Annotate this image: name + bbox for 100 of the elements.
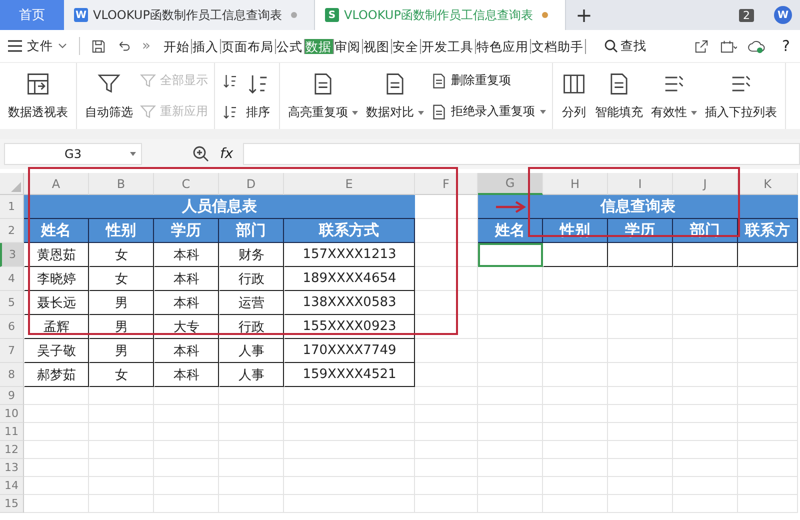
sheet-cell[interactable]	[478, 441, 543, 459]
sheet-cell[interactable]	[478, 477, 543, 495]
account-avatar[interactable]: W	[774, 6, 792, 24]
zoom-icon[interactable]	[192, 145, 210, 163]
sheet-cell[interactable]	[478, 459, 543, 477]
sheet-cell[interactable]	[543, 387, 608, 405]
sheet-cell[interactable]	[608, 477, 673, 495]
sheet-cell[interactable]	[608, 423, 673, 441]
ribbon-button[interactable]: 拒绝录入重复项	[430, 102, 546, 120]
sheet-cell[interactable]	[673, 441, 738, 459]
sheet-cell[interactable]	[219, 423, 284, 441]
sheet-cell[interactable]	[284, 423, 415, 441]
sheet-cell[interactable]	[219, 477, 284, 495]
sheet-cell[interactable]	[543, 339, 608, 363]
sheet-cell[interactable]	[89, 495, 154, 513]
sheet-cell[interactable]	[673, 291, 738, 315]
ribbon-tab[interactable]: 特色应用	[476, 38, 531, 54]
sheet-cell[interactable]	[284, 441, 415, 459]
table-cell[interactable]	[543, 243, 608, 267]
sheet-cell[interactable]	[89, 423, 154, 441]
sheet-cell[interactable]	[608, 459, 673, 477]
row-header[interactable]: 1	[0, 195, 24, 219]
sheet-cell[interactable]	[24, 477, 89, 495]
ribbon-tab[interactable]: 开发工具	[420, 38, 476, 54]
sheet-cell[interactable]	[24, 423, 89, 441]
row-header[interactable]: 14	[0, 477, 24, 495]
sheet-cell[interactable]	[543, 405, 608, 423]
column-header[interactable]: G	[478, 173, 543, 195]
sheet-cell[interactable]	[478, 363, 543, 387]
sheet-cell[interactable]	[738, 441, 798, 459]
sheet-cell[interactable]	[284, 459, 415, 477]
ribbon-button[interactable]: 数据透视表	[6, 65, 70, 127]
row-header[interactable]: 3	[0, 243, 24, 267]
sheet-cell[interactable]	[415, 387, 478, 405]
sheet-cell[interactable]	[478, 315, 543, 339]
document-tab[interactable]: W VLOOKUP函数制作员工信息查询表	[64, 0, 315, 30]
sheet-cell[interactable]	[154, 405, 219, 423]
sheet-cell[interactable]	[89, 405, 154, 423]
sheet-cell[interactable]	[608, 387, 673, 405]
window-count-badge[interactable]: 2	[739, 8, 754, 22]
sheet-cell[interactable]	[154, 441, 219, 459]
sheet-cell[interactable]	[543, 441, 608, 459]
sheet-cell[interactable]	[89, 459, 154, 477]
row-header[interactable]: 11	[0, 423, 24, 441]
sheet-cell[interactable]	[738, 339, 798, 363]
sheet-cell[interactable]	[154, 459, 219, 477]
new-tab-button[interactable]: +	[566, 0, 602, 30]
sheet-cell[interactable]	[738, 477, 798, 495]
sheet-cell[interactable]	[608, 315, 673, 339]
sheet-cell[interactable]	[673, 423, 738, 441]
sheet-cell[interactable]	[543, 459, 608, 477]
sheet-cell[interactable]	[543, 363, 608, 387]
sheet-cell[interactable]	[738, 495, 798, 513]
sheet-cell[interactable]	[738, 459, 798, 477]
search-button[interactable]: 查找	[604, 38, 647, 54]
ribbon-button[interactable]: 高亮重复项	[286, 65, 360, 127]
row-header[interactable]: 7	[0, 339, 24, 363]
row-header[interactable]: 4	[0, 267, 24, 291]
sheet-cell[interactable]	[478, 405, 543, 423]
sheet-cell[interactable]	[608, 339, 673, 363]
ribbon-button[interactable]: 智能填充	[593, 65, 645, 127]
help-button[interactable]: ?	[782, 37, 790, 55]
sheet-cell[interactable]	[738, 387, 798, 405]
ribbon-tab[interactable]: 视图	[362, 38, 392, 54]
row-header[interactable]: 8	[0, 363, 24, 387]
row-header[interactable]: 15	[0, 495, 24, 513]
table-cell[interactable]	[478, 243, 543, 267]
sheet-cell[interactable]	[415, 459, 478, 477]
sheet-cell[interactable]	[673, 405, 738, 423]
sheet-cell[interactable]	[673, 477, 738, 495]
column-header[interactable]: K	[738, 173, 798, 195]
sheet-cell[interactable]	[284, 405, 415, 423]
table-cell[interactable]	[608, 243, 673, 267]
sheet-cell[interactable]	[608, 495, 673, 513]
sheet-cell[interactable]	[24, 441, 89, 459]
sheet-cell[interactable]	[608, 363, 673, 387]
sheet-cell[interactable]	[478, 387, 543, 405]
sheet-cell[interactable]	[543, 291, 608, 315]
column-header[interactable]: F	[415, 173, 478, 195]
sheet-cell[interactable]	[738, 405, 798, 423]
column-header[interactable]: E	[284, 173, 415, 195]
sheet-cell[interactable]	[219, 459, 284, 477]
sheet-cell[interactable]	[608, 405, 673, 423]
sheet-cell[interactable]	[219, 405, 284, 423]
sheet-cell[interactable]	[673, 339, 738, 363]
more-button[interactable]: »	[142, 38, 151, 54]
sheet-cell[interactable]	[738, 423, 798, 441]
sheet-cell[interactable]	[415, 495, 478, 513]
sheet-cell[interactable]	[738, 291, 798, 315]
row-header[interactable]: 2	[0, 219, 24, 243]
column-header[interactable]: I	[608, 173, 673, 195]
row-header[interactable]: 9	[0, 387, 24, 405]
sheet-cell[interactable]	[673, 495, 738, 513]
function-label[interactable]: fx	[220, 146, 234, 162]
sheet-cell[interactable]	[738, 363, 798, 387]
row-header[interactable]: 5	[0, 291, 24, 315]
row-header[interactable]: 12	[0, 441, 24, 459]
sheet-cell[interactable]	[415, 441, 478, 459]
sheet-cell[interactable]	[284, 477, 415, 495]
sheet-cell[interactable]	[478, 291, 543, 315]
